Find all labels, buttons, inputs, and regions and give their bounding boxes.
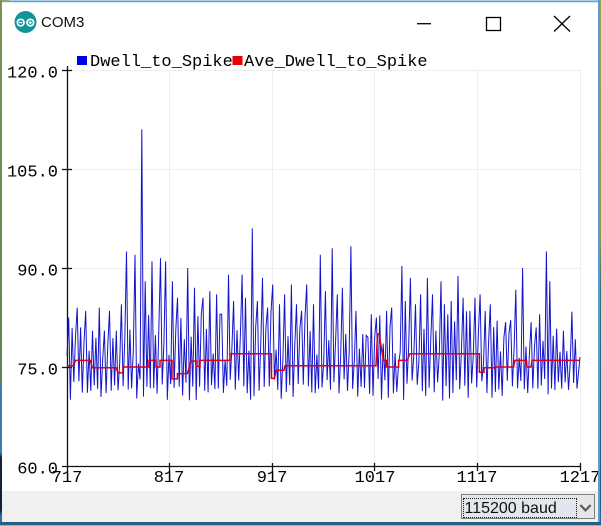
svg-text:Dwell_to_Spike: Dwell_to_Spike [90, 53, 233, 72]
svg-text:717: 717 [52, 469, 83, 488]
svg-text:75.0: 75.0 [17, 361, 58, 380]
svg-text:1117: 1117 [457, 469, 498, 488]
svg-text:917: 917 [257, 469, 288, 488]
svg-text:105.0: 105.0 [7, 163, 58, 182]
svg-text:120.0: 120.0 [7, 64, 58, 83]
svg-text:1217: 1217 [560, 469, 601, 488]
svg-text:Ave_Dwell_to_Spike: Ave_Dwell_to_Spike [244, 53, 428, 72]
svg-text:1017: 1017 [355, 469, 396, 488]
svg-text:817: 817 [154, 469, 185, 488]
svg-text:90.0: 90.0 [17, 262, 58, 281]
